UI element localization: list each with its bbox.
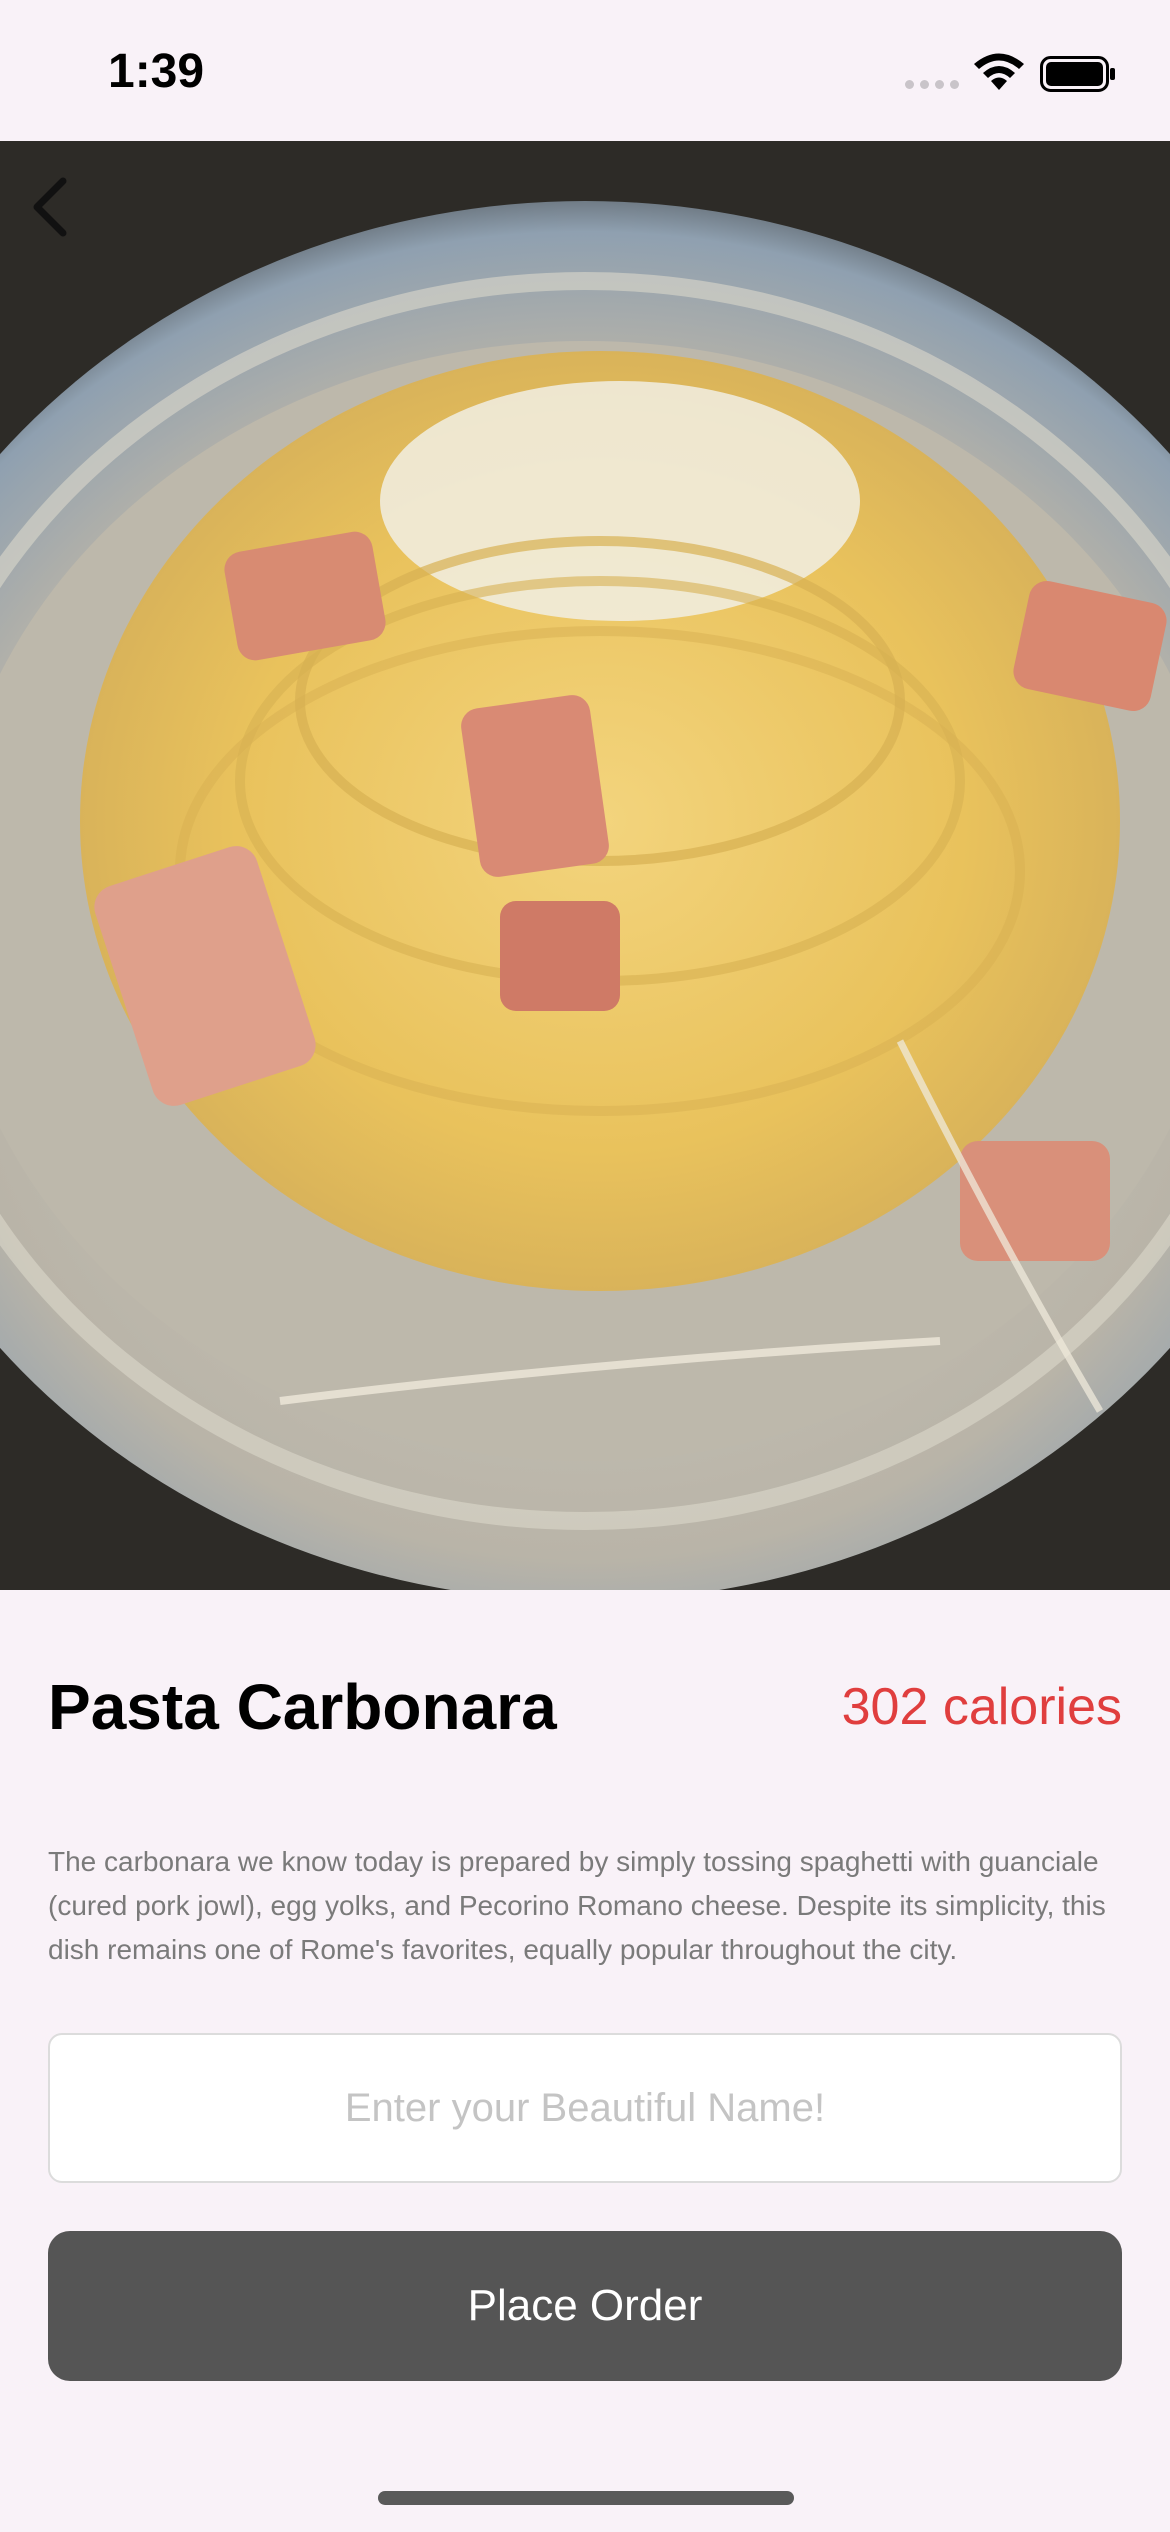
dish-image — [0, 141, 1170, 1590]
battery-icon — [1040, 56, 1115, 92]
calories-label: 302 calories — [841, 1678, 1122, 1736]
title-row: Pasta Carbonara 302 calories — [48, 1670, 1122, 1744]
dish-description: The carbonara we know today is prepared … — [48, 1846, 1106, 1965]
name-input[interactable] — [48, 2033, 1122, 2183]
status-bar: 1:39 — [0, 0, 1170, 141]
wifi-icon — [974, 53, 1024, 90]
status-time: 1:39 — [108, 45, 205, 98]
home-indicator — [378, 2491, 794, 2505]
signal-icon — [905, 80, 959, 89]
place-order-button[interactable]: Place Order — [48, 2231, 1122, 2381]
chevron-left-icon — [33, 177, 67, 237]
back-button[interactable] — [12, 162, 88, 252]
dish-title: Pasta Carbonara — [48, 1671, 557, 1743]
